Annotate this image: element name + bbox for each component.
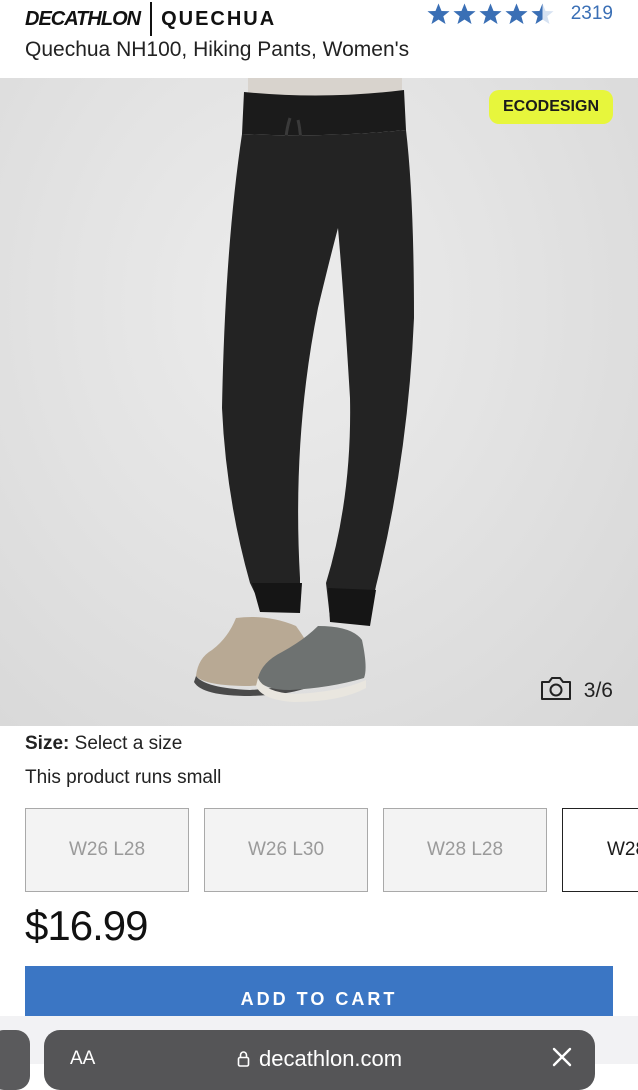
- star-icon: [426, 2, 451, 26]
- waistband: [242, 90, 406, 136]
- star-icon: [504, 2, 529, 26]
- brand-quechua: QUECHUA: [161, 7, 277, 30]
- gallery-counter[interactable]: 3/6: [540, 675, 613, 706]
- camera-icon: [540, 675, 572, 706]
- size-options[interactable]: W26 L28 W26 L30 W28 L28 W28: [25, 808, 638, 894]
- pants-legs: [222, 130, 414, 623]
- brand-divider: [150, 2, 153, 36]
- rating-stars: [426, 2, 555, 26]
- size-value: Select a size: [74, 733, 183, 754]
- pants-photo: [194, 78, 414, 702]
- size-option-w28-l28[interactable]: W28 L28: [383, 808, 547, 892]
- url-display[interactable]: decathlon.com: [44, 1046, 595, 1072]
- price: $16.99: [25, 902, 148, 949]
- size-option-w26-l28[interactable]: W26 L28: [25, 808, 189, 892]
- product-title: Quechua NH100, Hiking Pants, Women's: [25, 38, 410, 61]
- star-icon: [452, 2, 477, 26]
- brand-decathlon: DECATHLON: [25, 7, 141, 30]
- rating[interactable]: 2319: [426, 0, 613, 28]
- star-icon: [478, 2, 503, 26]
- address-bar[interactable]: AA decathlon.com: [44, 1030, 595, 1090]
- brand-logo[interactable]: DECATHLON QUECHUA: [25, 2, 276, 36]
- ecodesign-badge: ECODESIGN: [488, 90, 613, 124]
- size-note: This product runs small: [25, 767, 222, 788]
- url-text: decathlon.com: [259, 1046, 403, 1071]
- rating-count[interactable]: 2319: [571, 3, 613, 25]
- lock-icon: [237, 1046, 259, 1071]
- browser-bar: AA decathlon.com: [0, 1016, 638, 1090]
- size-label: Size:: [25, 733, 70, 754]
- star-icon: [530, 2, 555, 26]
- close-icon[interactable]: [551, 1046, 573, 1073]
- product-header: DECATHLON QUECHUA 2319 Quechua NH100, Hi…: [0, 0, 638, 78]
- gallery-count: 3/6: [583, 678, 613, 702]
- size-option-w28[interactable]: W28: [562, 808, 638, 892]
- size-line: Size: Select a size: [25, 733, 182, 755]
- product-image[interactable]: ECODESIGN 3/6: [0, 78, 638, 726]
- size-option-w26-l30[interactable]: W26 L30: [204, 808, 368, 892]
- previous-tab[interactable]: [0, 1030, 30, 1090]
